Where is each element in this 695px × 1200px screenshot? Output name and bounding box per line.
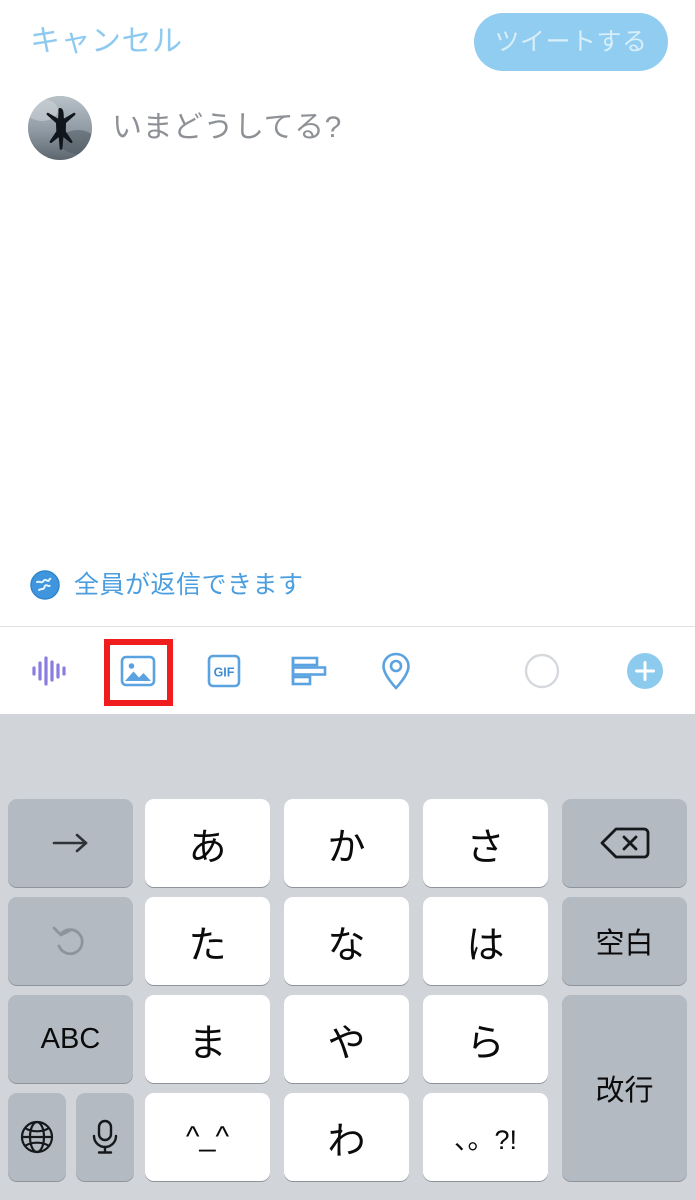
wa-key[interactable]: わ [284,1093,409,1181]
tweet-submit-button[interactable]: ツイートする [474,13,668,71]
composer-toolbar: GIF [0,627,695,714]
japanese-keyboard: あ か さ た な は 空白 ABC ま や ら 改行 ^_^ わ 、。?! [0,714,695,1200]
plus-icon[interactable] [623,649,667,693]
compose-area[interactable]: いまどうしてる? [0,86,695,566]
keyboard-key-grid: あ か さ た な は 空白 ABC ま や ら 改行 ^_^ わ 、。?! [0,795,695,1200]
ra-key[interactable]: ら [423,995,548,1083]
mic-key[interactable] [76,1093,134,1181]
keyboard-suggestion-bar[interactable] [0,714,695,795]
globe-icon [30,570,60,600]
sa-key[interactable]: さ [423,799,548,887]
ka-key[interactable]: か [284,799,409,887]
audio-icon[interactable] [28,649,72,693]
return-key[interactable]: 改行 [562,995,687,1181]
tweet-text-placeholder[interactable]: いまどうしてる? [112,106,342,150]
composer-top-bar: キャンセル ツイートする [0,0,695,85]
reply-audience-row[interactable]: 全員が返信できます [0,556,695,626]
space-key[interactable]: 空白 [562,897,687,985]
arrow-right-key[interactable] [8,799,133,887]
gif-icon[interactable]: GIF [202,649,246,693]
poll-icon[interactable] [288,649,332,693]
ya-key[interactable]: や [284,995,409,1083]
location-icon[interactable] [374,649,418,693]
a-key[interactable]: あ [145,799,270,887]
char-counter [520,649,564,693]
na-key[interactable]: な [284,897,409,985]
ta-key[interactable]: た [145,897,270,985]
ma-key[interactable]: ま [145,995,270,1083]
image-icon[interactable] [116,649,160,693]
ha-key[interactable]: は [423,897,548,985]
tweet-compose-screen: キャンセル ツイートする いまどうしてる? 全員が返信できます GIF あ か … [0,0,695,1200]
reply-audience-label[interactable]: 全員が返信できます [74,566,304,604]
punct-key[interactable]: 、。?! [423,1093,548,1181]
abc-key[interactable]: ABC [8,995,133,1083]
undo-key[interactable] [8,897,133,985]
cancel-button[interactable]: キャンセル [30,22,183,62]
svg-text:GIF: GIF [214,665,235,679]
avatar[interactable] [28,96,92,160]
emoticon-key[interactable]: ^_^ [145,1093,270,1181]
backspace-key[interactable] [562,799,687,887]
globe-key[interactable] [8,1093,66,1181]
